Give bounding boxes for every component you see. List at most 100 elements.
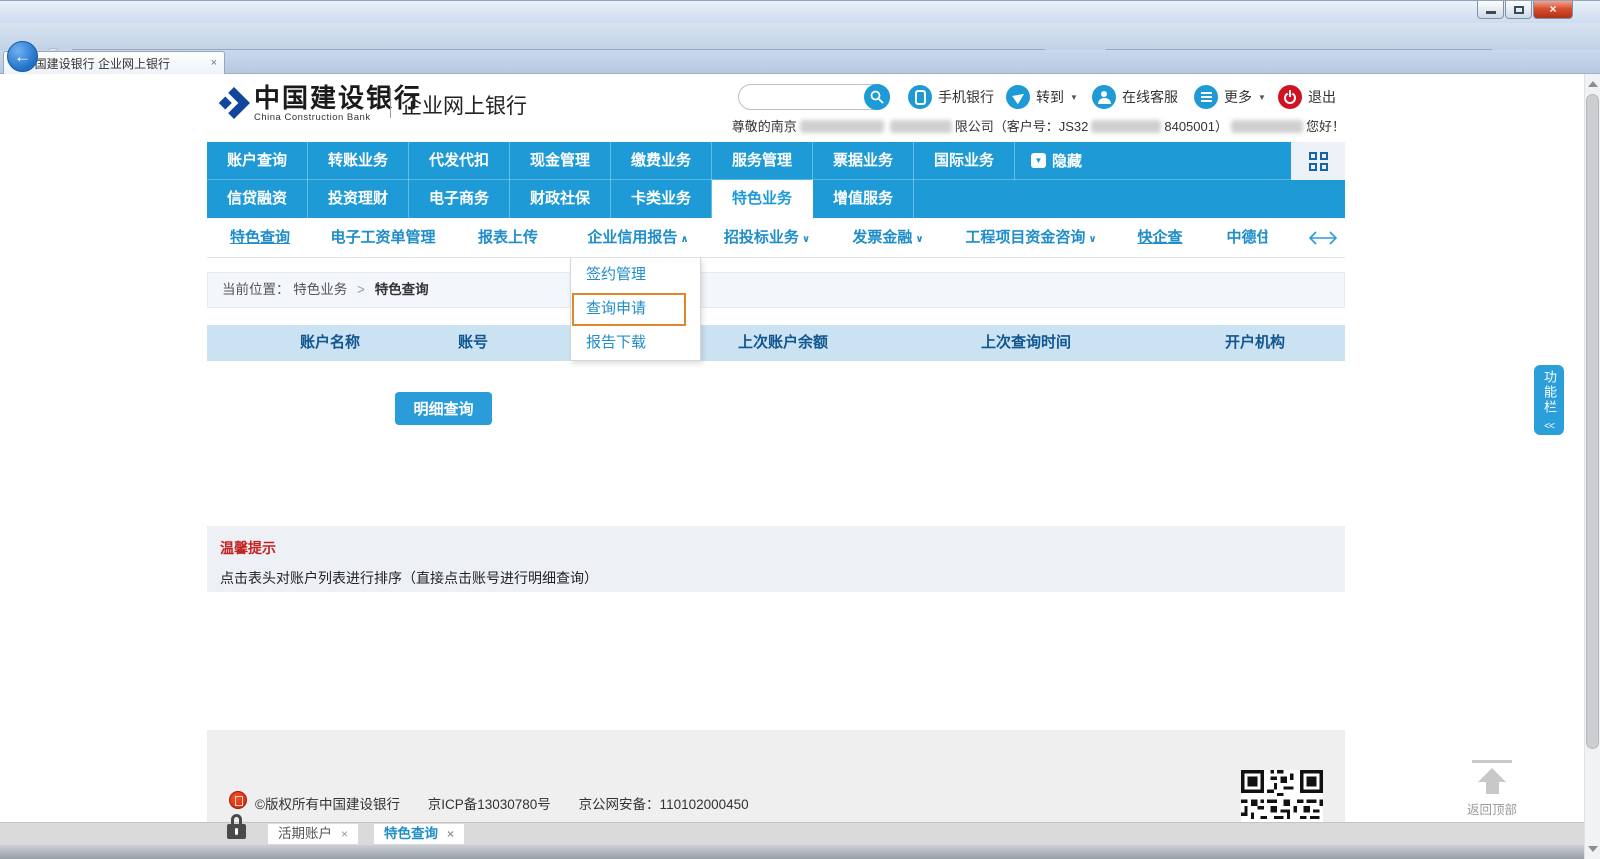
nav-item-bills[interactable]: 票据业务 bbox=[813, 142, 914, 180]
close-icon: × bbox=[1549, 2, 1556, 16]
greeting-customer-no: 8405001） bbox=[1164, 119, 1228, 134]
nav-hide-button[interactable]: ▼ 隐藏 bbox=[1015, 142, 1098, 179]
nav-item-value-added[interactable]: 增值服务 bbox=[813, 180, 914, 218]
dropdown-item-sign-mgmt[interactable]: 签约管理 bbox=[571, 258, 700, 292]
user-greeting: 尊敬的南京限公司（客户号：JS328405001）您好！ bbox=[732, 116, 1345, 135]
detail-query-button[interactable]: 明细查询 bbox=[395, 392, 492, 425]
subnav-project-funds[interactable]: 工程项目资金咨询∨ bbox=[965, 218, 1096, 258]
dropdown-item-query-apply[interactable]: 查询申请 bbox=[571, 292, 700, 326]
column-last-balance[interactable]: 上次账户余额 bbox=[738, 325, 828, 361]
nav-item-agency[interactable]: 代发代扣 bbox=[409, 142, 510, 180]
brand-divider bbox=[390, 88, 391, 118]
minimize-button[interactable] bbox=[1477, 1, 1504, 19]
browser-titlebar: × bbox=[0, 0, 1600, 23]
browser-addressbar: ← → 建设银行 证 ▾ e https://b2b.ccb.com/NCCB/… bbox=[0, 23, 1600, 50]
goto-label: 转到 bbox=[1036, 87, 1064, 107]
breadcrumb-section[interactable]: 特色业务 bbox=[293, 282, 347, 297]
qr-code bbox=[1241, 770, 1323, 822]
arrow-up-icon bbox=[1478, 768, 1506, 782]
site-search-button[interactable] bbox=[864, 84, 890, 110]
hide-caret-icon: ▼ bbox=[1031, 153, 1046, 168]
bottom-tab-special-query[interactable]: 特色查询× bbox=[374, 824, 464, 844]
chevron-down-icon: ∨ bbox=[1088, 234, 1096, 245]
power-icon bbox=[1278, 85, 1302, 109]
maximize-icon bbox=[1514, 6, 1524, 14]
column-account-number[interactable]: 账号 bbox=[458, 325, 488, 361]
subnav-special-query[interactable]: 特色查询 bbox=[230, 218, 290, 258]
nav-item-credit[interactable]: 信贷融资 bbox=[207, 180, 308, 218]
redacted-smudge bbox=[1231, 120, 1303, 133]
nav-grid-button[interactable] bbox=[1291, 142, 1345, 180]
nav-item-service-mgmt[interactable]: 服务管理 bbox=[712, 142, 813, 180]
brand-text[interactable]: 中国建设银行 China Construction Bank bbox=[254, 85, 422, 123]
scroll-up-icon[interactable] bbox=[1588, 81, 1598, 87]
nav-item-investment[interactable]: 投资理财 bbox=[308, 180, 409, 218]
tip-box: 温馨提示 点击表头对账户列表进行排序（直接点击账号进行明细查询） bbox=[207, 526, 1345, 592]
online-service-link[interactable]: 在线客服 bbox=[1092, 84, 1178, 110]
nav-item-transfer[interactable]: 转账业务 bbox=[308, 142, 409, 180]
subnav-quick-check[interactable]: 快企查 bbox=[1137, 218, 1182, 258]
more-label: 更多 bbox=[1224, 87, 1252, 107]
tab-close-icon[interactable]: × bbox=[341, 827, 348, 841]
column-opening-branch[interactable]: 开户机构 bbox=[1225, 325, 1285, 361]
column-account-name[interactable]: 账户名称 bbox=[300, 325, 360, 361]
bottom-tab-current-account[interactable]: 活期账户× bbox=[268, 824, 358, 844]
subnav-bidding[interactable]: 招投标业务∨ bbox=[724, 218, 810, 258]
goto-link[interactable]: 转到 ▼ bbox=[1006, 84, 1078, 110]
brand-name-cn: 中国建设银行 bbox=[254, 85, 422, 112]
subnav-credit-report[interactable]: 企业信用报告∧ bbox=[587, 218, 688, 258]
subnav-sino-german[interactable]: 中德住 bbox=[1227, 218, 1268, 258]
tab-title: 中国建设银行 企业网上银行 bbox=[23, 55, 206, 72]
tip-body: 点击表头对账户列表进行排序（直接点击账号进行明细查询） bbox=[220, 568, 598, 588]
maximize-button[interactable] bbox=[1505, 1, 1532, 19]
nav-item-ecommerce[interactable]: 电子商务 bbox=[409, 180, 510, 218]
arrow-stem-icon bbox=[1486, 782, 1499, 794]
page-content: 中国建设银行 China Construction Bank 企业网上银行 手机… bbox=[0, 74, 1584, 859]
browser-tabbar: e 中国建设银行 企业网上银行 × bbox=[0, 50, 1600, 74]
account-table-header: 账户名称 账号 币种 上次账户余额 上次查询时间 开户机构 bbox=[207, 325, 1345, 361]
nav-row-1: 账户查询 转账业务 代发代扣 现金管理 缴费业务 服务管理 票据业务 国际业务 … bbox=[207, 142, 1345, 180]
breadcrumb-label: 当前位置： bbox=[222, 282, 290, 297]
redacted-smudge bbox=[1091, 120, 1161, 133]
nav-item-account-query[interactable]: 账户查询 bbox=[207, 142, 308, 180]
back-button[interactable]: ← bbox=[7, 41, 38, 72]
nav-item-cards[interactable]: 卡类业务 bbox=[611, 180, 712, 218]
subnav-report-upload[interactable]: 报表上传 bbox=[478, 218, 538, 258]
subnav-payroll[interactable]: 电子工资单管理 bbox=[330, 218, 435, 258]
scrollbar-thumb[interactable] bbox=[1586, 94, 1599, 749]
nav-item-special-active[interactable]: 特色业务 bbox=[712, 180, 813, 218]
nav-item-payment[interactable]: 缴费业务 bbox=[611, 142, 712, 180]
logout-link[interactable]: 退出 bbox=[1278, 84, 1336, 110]
back-to-top-button[interactable]: 返回顶部 bbox=[1455, 760, 1529, 818]
more-link[interactable]: 更多 ▼ bbox=[1194, 84, 1266, 110]
application-window: × ← → 建设银行 证 ▾ e https://b2b.ccb.com/NCC… bbox=[0, 0, 1600, 859]
site-search-box[interactable] bbox=[738, 84, 890, 110]
nav-item-fiscal[interactable]: 财政社保 bbox=[510, 180, 611, 218]
function-panel-toggle[interactable]: 功能栏 << bbox=[1534, 365, 1564, 435]
tab-close-icon[interactable]: × bbox=[211, 57, 217, 69]
ccb-logo[interactable] bbox=[218, 84, 250, 127]
credit-report-dropdown: 签约管理 查询申请 报告下载 bbox=[570, 258, 701, 361]
dropdown-item-report-download[interactable]: 报告下载 bbox=[571, 326, 700, 360]
back-to-top-label: 返回顶部 bbox=[1455, 799, 1529, 818]
site-search-input[interactable] bbox=[749, 86, 859, 108]
nav-item-cash-mgmt[interactable]: 现金管理 bbox=[510, 142, 611, 180]
more-list-icon bbox=[1194, 85, 1218, 109]
breadcrumb: 当前位置： 特色业务 > 特色查询 bbox=[207, 272, 1345, 308]
tab-close-icon[interactable]: × bbox=[447, 827, 454, 841]
footer-text: ©版权所有中国建设银行 京ICP备13030780号 京公网安备：1101020… bbox=[255, 793, 773, 813]
scroll-down-icon[interactable] bbox=[1588, 846, 1598, 852]
column-last-query-time[interactable]: 上次查询时间 bbox=[981, 325, 1071, 361]
collapse-arrows-icon: << bbox=[1534, 421, 1564, 432]
nav-hide-label: 隐藏 bbox=[1052, 150, 1082, 171]
subnav-invoice-finance[interactable]: 发票金融∨ bbox=[852, 218, 923, 258]
mobile-banking-link[interactable]: 手机银行 bbox=[908, 84, 994, 110]
vertical-scrollbar[interactable] bbox=[1584, 74, 1600, 859]
copyright-text: ©版权所有中国建设银行 bbox=[255, 797, 400, 812]
close-button[interactable]: × bbox=[1533, 1, 1573, 19]
portal-title: 企业网上银行 bbox=[401, 90, 527, 120]
subnav-scroll-arrows-icon[interactable] bbox=[1309, 231, 1337, 250]
greeting-company: 限公司（客户号：JS32 bbox=[955, 119, 1089, 134]
redacted-smudge bbox=[800, 120, 884, 133]
nav-item-international[interactable]: 国际业务 bbox=[914, 142, 1015, 180]
